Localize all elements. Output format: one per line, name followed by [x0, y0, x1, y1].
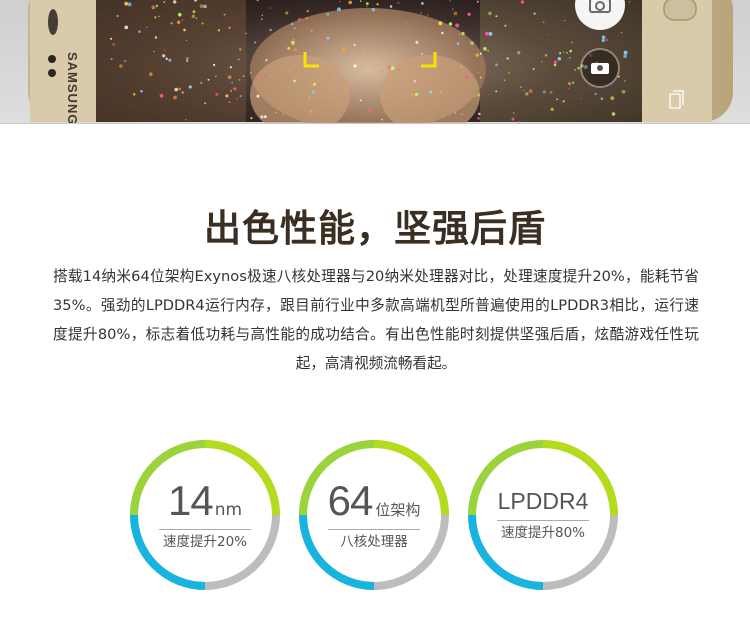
brand-text: SAMSUNG	[65, 52, 80, 123]
stat-value: LPDDR4	[497, 487, 589, 514]
divider	[159, 529, 251, 531]
stat-unit: 位架构	[375, 501, 421, 520]
stat-value: 14	[167, 477, 214, 525]
stat-caption: 速度提升20%	[162, 534, 247, 551]
hero-phone-image: SAMSUNG	[0, 0, 750, 124]
stat-unit: nm	[214, 500, 243, 521]
home-button[interactable]	[663, 0, 697, 21]
divider	[497, 519, 589, 521]
divider	[328, 529, 420, 531]
stat-caption: 速度提升80%	[500, 524, 585, 541]
section-description: 搭载14纳米64位架构Exynos极速八核处理器与20纳米处理器对比，处理速度提…	[53, 268, 699, 372]
phone-illustration: SAMSUNG	[28, 0, 733, 123]
camera-switch-icon[interactable]	[580, 48, 620, 88]
stat-caption: 八核处理器	[340, 534, 408, 551]
stat-ring-process: 14 nm 速度提升20%	[128, 438, 282, 592]
stat-ring-memory: LPDDR4 速度提升80%	[466, 438, 620, 592]
stat-ring-architecture: 64 位架构 八核处理器	[297, 438, 451, 592]
stat-value: 64	[327, 477, 374, 525]
section-headline: 出色性能，坚强后盾	[204, 207, 546, 250]
